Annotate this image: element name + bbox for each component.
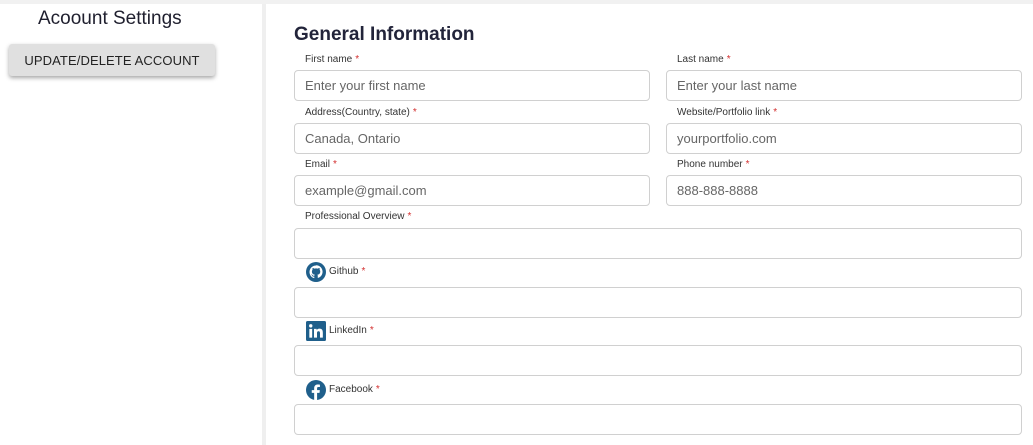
- email-input[interactable]: [294, 175, 650, 206]
- website-label: Website/Portfolio link *: [677, 107, 778, 118]
- address-input[interactable]: [294, 123, 650, 154]
- phone-input[interactable]: [666, 175, 1022, 206]
- last-name-label: Last name *: [677, 54, 731, 65]
- first-name-input[interactable]: [294, 70, 650, 101]
- linkedin-input[interactable]: [294, 345, 1022, 376]
- first-name-label: First name *: [305, 54, 360, 65]
- linkedin-icon: [306, 321, 326, 341]
- section-title: General Information: [294, 24, 475, 45]
- update-delete-account-button[interactable]: UPDATE/DELETE ACCOUNT: [9, 44, 215, 76]
- professional-overview-input[interactable]: [294, 228, 1022, 259]
- general-information-form: General Information First name* Last nam…: [266, 4, 1033, 445]
- facebook-icon: [306, 380, 326, 400]
- linkedin-label: LinkedIn *: [329, 325, 374, 336]
- professional-overview-label: Professional Overview *: [305, 211, 412, 222]
- address-label: Address(Country, state) *: [305, 107, 417, 118]
- last-name-input[interactable]: [666, 70, 1022, 101]
- github-input[interactable]: [294, 287, 1022, 318]
- website-input[interactable]: [666, 123, 1022, 154]
- email-label: Email *: [305, 159, 337, 170]
- phone-label: Phone number *: [677, 159, 750, 170]
- sidebar: Acoount Settings UPDATE/DELETE ACCOUNT: [0, 4, 262, 445]
- facebook-label: Facebook *: [329, 384, 380, 395]
- github-label: Github *: [329, 266, 366, 277]
- github-icon: [306, 262, 326, 282]
- facebook-input[interactable]: [294, 404, 1022, 435]
- sidebar-title: Acoount Settings: [38, 8, 182, 29]
